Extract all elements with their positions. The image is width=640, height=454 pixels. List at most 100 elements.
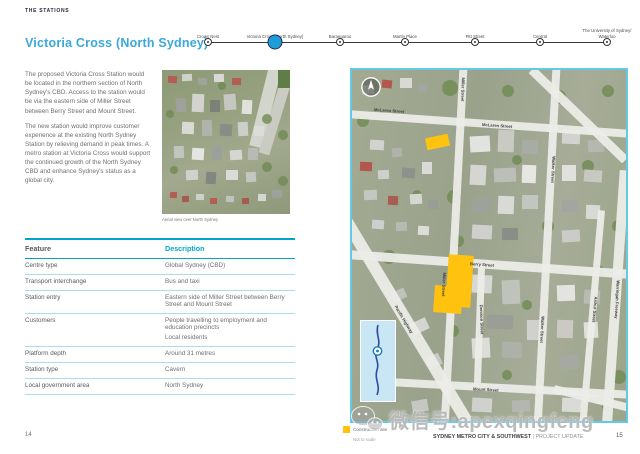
street-label-denison: Denison Street [479,305,485,335]
building-block [186,170,198,180]
tree-patch [512,155,522,165]
construction-site-main-wing [433,285,463,314]
tree-patch [218,82,226,90]
line-diagram: Crows Nest Victoria Cross (North Sydney)… [195,22,635,52]
inset-locator-map [360,320,396,402]
feature-cell: Station type [25,366,165,373]
page-spread: THE STATIONS Victoria Cross (North Sydne… [0,0,640,454]
table-row: Station entry Eastern side of Miller Str… [25,291,295,314]
street-label-arthur: Arthur Street [591,296,598,322]
building-block [469,165,486,186]
building-block [210,198,217,204]
building-block [402,168,416,179]
station-marker-icon [336,38,344,46]
building-block [198,78,207,85]
building-block [212,146,222,160]
tree-patch [602,85,614,97]
tree-patch [522,300,532,310]
building-block [182,74,192,82]
table-row: Station type Cavern [25,363,295,379]
building-block [498,130,515,153]
table-header-row: Feature Description [25,238,295,259]
table-row: Customers People travelling to employmen… [25,314,295,347]
building-block [192,94,205,112]
description-line-1: People travelling to employment and educ… [165,317,295,331]
street-label-walker-north: Walker Street [550,156,556,183]
building-block [411,399,429,414]
building-block [487,315,513,330]
building-block [502,228,518,241]
road-diagonal-northeast [529,68,628,163]
tree-patch [278,176,288,186]
building-block [226,170,238,180]
building-block [522,195,538,209]
building-block [232,78,241,85]
table-row: Platform depth Around 31 metres [25,347,295,363]
building-block [400,78,412,88]
building-block [410,194,423,205]
scale-note: Not to scale [353,437,376,442]
building-block [472,198,491,213]
map-legend: Construction site [343,426,387,433]
legend-label: Construction site [353,427,387,432]
table-row: Centre type Global Sydney (CBD) [25,259,295,275]
feature-cell: Customers [25,317,165,341]
table-header-description: Description [165,244,295,253]
footer-line: SYDNEY METRO CITY & SOUTHWEST | PROJECT … [433,434,583,440]
building-block [388,196,398,206]
aerial-photo [162,70,290,214]
building-block [278,70,290,88]
feature-cell: Centre type [25,262,165,269]
building-block [364,190,377,200]
building-block [223,94,236,111]
street-label-mount: Mount Street [473,386,499,392]
tree-patch [278,130,288,140]
station-marker-icon [401,38,409,46]
station-marker-active-icon [268,35,283,50]
building-block [522,165,537,183]
building-block [472,224,493,239]
compass-north-icon [360,76,382,103]
street-label-mclaren-east: McLaren Street [482,122,513,129]
station-marker-icon [471,38,479,46]
station-marker-icon [603,38,611,46]
building-block [502,280,521,305]
description-cell: Global Sydney (CBD) [165,262,295,269]
building-block [210,100,220,112]
table-row: Transport interchange Bus and taxi [25,275,295,291]
building-block [498,196,515,215]
building-block [202,120,213,136]
map-canvas: McLaren Street McLaren Street Miller Str… [352,70,626,421]
building-block [512,400,530,413]
tree-patch [502,370,512,380]
building-block [522,140,538,154]
intro-paragraph-2: The new station would improve customer e… [25,122,152,186]
building-block [206,172,217,185]
building-block [242,100,253,115]
feature-cell: Transport interchange [25,278,165,285]
tree-patch [262,162,272,172]
building-block [176,98,187,113]
construction-site-north [425,134,450,151]
road-walker-street [533,68,561,423]
building-block [422,162,432,174]
building-block [372,220,385,230]
page-number-right: 15 [616,433,623,439]
photo-caption: Aerial view over North Sydney [162,217,218,222]
building-block [182,122,194,134]
building-block [560,355,578,369]
building-block [557,320,574,339]
description-cell: People travelling to employment and educ… [165,317,295,341]
building-block [174,146,184,158]
feature-cell: Platform depth [25,350,165,357]
building-block [242,198,249,204]
description-cell: Around 31 metres [165,350,295,357]
building-block [246,172,257,183]
building-block [196,194,204,200]
building-block [470,135,491,152]
feature-cell: Station entry [25,294,165,308]
building-block [584,169,603,182]
building-block [562,230,581,243]
building-block [562,165,576,181]
building-block [557,285,576,302]
